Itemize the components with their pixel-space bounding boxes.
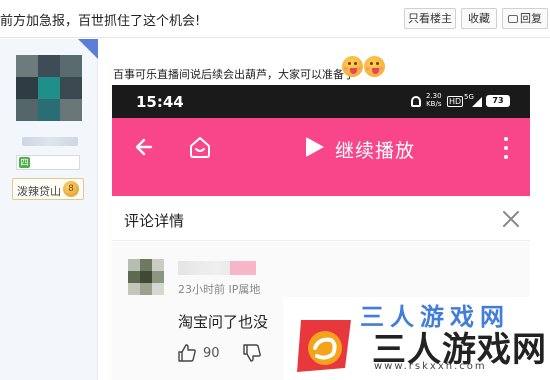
more-icon[interactable] bbox=[504, 137, 508, 159]
emoji-icon bbox=[342, 56, 363, 77]
phone-status-bar: 15:44 2.30 KB/s HD 5G 73 bbox=[112, 85, 530, 118]
level-box: 四 bbox=[16, 155, 80, 170]
site-logo-icon bbox=[297, 320, 351, 372]
speed-value: 2.30 bbox=[426, 92, 442, 100]
reply-button[interactable]: 回复 bbox=[502, 8, 548, 29]
thumb-up-icon[interactable] bbox=[178, 344, 196, 362]
network-speed: 2.30 KB/s bbox=[426, 92, 442, 108]
emoji-icon bbox=[364, 56, 385, 77]
honor-badge[interactable]: 泼辣贷山 8 bbox=[12, 178, 84, 200]
thread-header: 前方加急报，百世抓住了这个机会! 只看楼主 收藏 回复 bbox=[0, 0, 550, 38]
comment-meta: 23小时前 IP属地 bbox=[178, 283, 261, 296]
player-header bbox=[112, 118, 530, 196]
mute-icon bbox=[411, 96, 421, 107]
commenter-badge bbox=[230, 261, 256, 275]
honor-label: 泼辣贷山 bbox=[17, 185, 61, 198]
level-icon: 四 bbox=[19, 157, 30, 168]
hd-icon: HD bbox=[447, 96, 464, 107]
reply-button-label: 回复 bbox=[520, 12, 542, 25]
post-text: 百事可乐直播间说后续会出葫芦，大家可以准备了 bbox=[113, 68, 355, 81]
close-icon[interactable] bbox=[501, 209, 521, 229]
back-arrow-icon[interactable] bbox=[134, 137, 154, 157]
battery-icon: 73 bbox=[486, 95, 510, 107]
comment-detail-title: 评论详情 bbox=[124, 212, 185, 230]
continue-play-button[interactable]: 继续播放 bbox=[335, 136, 415, 163]
only-op-button[interactable]: 只看楼主 bbox=[404, 8, 456, 29]
like-count: 90 bbox=[203, 346, 220, 361]
commenter-avatar[interactable] bbox=[128, 259, 164, 295]
play-icon[interactable] bbox=[306, 137, 324, 157]
honor-level-icon: 8 bbox=[63, 181, 79, 197]
thumb-down-icon[interactable] bbox=[243, 344, 261, 362]
speed-unit: KB/s bbox=[426, 100, 442, 108]
home-icon[interactable] bbox=[188, 135, 212, 159]
username[interactable] bbox=[22, 137, 78, 146]
reply-icon bbox=[508, 15, 518, 23]
avatar[interactable] bbox=[16, 55, 82, 121]
signal-icon bbox=[472, 97, 482, 107]
thread-title: 前方加急报，百世抓住了这个机会! bbox=[0, 14, 201, 29]
status-time: 15:44 bbox=[136, 93, 184, 111]
watermark-url: www.rskxxh.com bbox=[374, 361, 487, 372]
comment-text: 淘宝问了也没 bbox=[178, 313, 269, 331]
collect-button[interactable]: 收藏 bbox=[461, 8, 497, 29]
